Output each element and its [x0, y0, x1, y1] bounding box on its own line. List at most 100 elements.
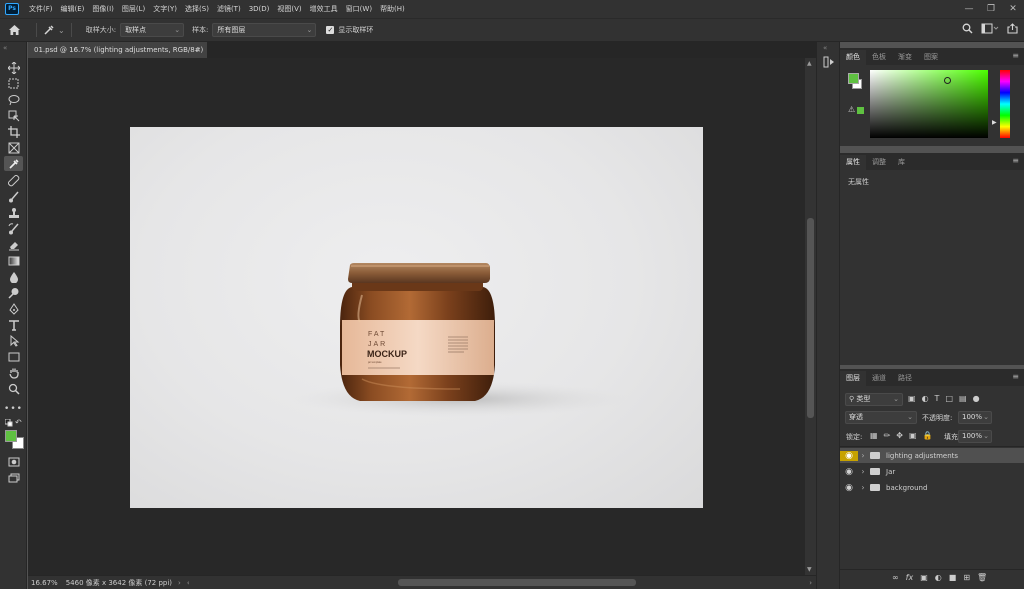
menu-type[interactable]: 文字(Y) — [149, 0, 181, 18]
zoom-level[interactable]: 16.67% — [31, 579, 58, 587]
chevron-left-icon[interactable]: ‹ — [187, 579, 190, 587]
zoom-tool-icon[interactable] — [4, 381, 23, 396]
document-canvas[interactable]: FAT JAR MOCKUP jar template — [130, 127, 703, 508]
clone-stamp-tool-icon[interactable] — [4, 205, 23, 220]
chevron-right-icon[interactable]: › — [858, 483, 868, 492]
healing-brush-tool-icon[interactable] — [4, 173, 23, 188]
close-tab-icon[interactable]: × — [195, 42, 201, 58]
move-tool-icon[interactable] — [4, 60, 23, 75]
hue-slider-handle[interactable]: ▶ — [992, 119, 997, 126]
filter-pixel-icon[interactable]: ▣ — [908, 394, 916, 403]
blur-tool-icon[interactable] — [4, 269, 23, 284]
tab-swatches[interactable]: 色板 — [866, 50, 892, 65]
share-icon[interactable] — [1007, 23, 1018, 34]
tab-adjustments[interactable]: 调整 — [866, 155, 892, 170]
adjustment-layer-icon[interactable]: ◐ — [935, 573, 942, 582]
filter-type-icon[interactable]: T — [935, 394, 940, 403]
tab-patterns[interactable]: 图案 — [918, 50, 944, 65]
lock-transparent-icon[interactable]: ▦ — [870, 431, 878, 440]
delete-layer-icon[interactable]: 🗑 — [977, 573, 987, 582]
hue-slider[interactable] — [1000, 70, 1010, 138]
horizontal-scroll-thumb[interactable] — [398, 579, 636, 586]
tab-paths[interactable]: 路径 — [892, 371, 918, 386]
dodge-tool-icon[interactable] — [4, 285, 23, 300]
tab-libraries[interactable]: 库 — [892, 155, 911, 170]
visibility-eye-icon[interactable]: ◉ — [840, 483, 858, 493]
path-select-tool-icon[interactable] — [4, 333, 23, 348]
color-field[interactable] — [870, 70, 988, 138]
menu-3d[interactable]: 3D(D) — [245, 0, 274, 18]
filter-toggle-icon[interactable]: ● — [973, 394, 980, 403]
swap-colors-icon[interactable]: ↶ — [15, 418, 22, 427]
color-picker-cursor[interactable] — [944, 77, 951, 84]
chevron-right-icon[interactable]: › — [858, 467, 868, 476]
panel-menu-icon[interactable]: ≡ — [1012, 373, 1019, 381]
lock-all-icon[interactable]: 🔒 — [923, 431, 933, 440]
collapse-icon[interactable]: « — [3, 44, 7, 52]
sample-select[interactable]: 所有图层 ⌄ — [212, 23, 317, 37]
chevron-right-icon[interactable]: › — [809, 579, 812, 587]
link-layers-icon[interactable]: ∞ — [892, 573, 899, 582]
pen-tool-icon[interactable] — [4, 301, 23, 316]
tool-preset-picker[interactable]: ⌄ — [43, 24, 65, 36]
object-select-tool-icon[interactable] — [4, 108, 23, 123]
rectangle-tool-icon[interactable] — [4, 349, 23, 364]
scroll-down-icon[interactable]: ▼ — [807, 566, 812, 573]
layer-row-lighting-adjustments[interactable]: ◉ › lighting adjustments — [840, 448, 1024, 463]
lock-artboard-icon[interactable]: ▣ — [909, 431, 917, 440]
tab-properties[interactable]: 属性 — [840, 155, 866, 170]
menu-layer[interactable]: 图层(L) — [118, 0, 149, 18]
restore-icon[interactable]: ❐ — [980, 0, 1002, 18]
filter-smart-object-icon[interactable]: ▤ — [959, 394, 967, 403]
vertical-scroll-thumb[interactable] — [807, 218, 814, 418]
menu-file[interactable]: 文件(F) — [25, 0, 57, 18]
blend-mode-select[interactable]: 穿透 ⌄ — [845, 411, 917, 424]
chevron-right-icon[interactable]: › — [178, 579, 181, 587]
filter-shape-icon[interactable]: □ — [945, 394, 953, 403]
tab-channels[interactable]: 通道 — [866, 371, 892, 386]
new-group-icon[interactable]: ■ — [949, 573, 957, 582]
history-panel-icon[interactable] — [823, 56, 835, 68]
menu-edit[interactable]: 编辑(E) — [57, 0, 89, 18]
layer-filter-select[interactable]: ⚲ 类型 ⌄ — [845, 393, 903, 406]
foreground-color-swatch[interactable] — [5, 430, 17, 442]
minimize-icon[interactable]: — — [958, 0, 980, 18]
menu-window[interactable]: 窗口(W) — [342, 0, 376, 18]
menu-filter[interactable]: 滤镜(T) — [213, 0, 245, 18]
eyedropper-tool-icon[interactable] — [4, 156, 23, 171]
hand-tool-icon[interactable] — [4, 365, 23, 380]
panel-menu-icon[interactable]: ≡ — [1012, 52, 1019, 60]
tab-gradients[interactable]: 渐变 — [892, 50, 918, 65]
warning-icon[interactable]: ⚠ — [848, 105, 855, 114]
new-layer-icon[interactable]: ⊞ — [963, 573, 970, 582]
tab-layers[interactable]: 图层 — [840, 371, 866, 386]
panel-menu-icon[interactable]: ≡ — [1012, 157, 1019, 165]
type-tool-icon[interactable] — [4, 317, 23, 332]
gamut-swatch[interactable] — [857, 107, 864, 114]
workspace-icon[interactable] — [981, 23, 999, 34]
history-brush-tool-icon[interactable] — [4, 221, 23, 236]
tab-color[interactable]: 颜色 — [840, 50, 866, 65]
quick-mask-icon[interactable] — [4, 454, 23, 469]
fill-input[interactable]: 100% ⌄ — [958, 430, 992, 443]
crop-tool-icon[interactable] — [4, 124, 23, 139]
layer-row-jar[interactable]: ◉ › Jar — [840, 464, 1024, 479]
color-fg-chip[interactable] — [848, 73, 859, 84]
default-colors-icon[interactable] — [5, 419, 13, 427]
document-tab[interactable]: 01.psd @ 16.7% (lighting adjustments, RG… — [28, 42, 208, 58]
menu-select[interactable]: 选择(S) — [181, 0, 213, 18]
close-icon[interactable]: ✕ — [1002, 0, 1024, 18]
lock-position-icon[interactable]: ✥ — [896, 431, 903, 440]
lasso-tool-icon[interactable] — [4, 92, 23, 107]
menu-help[interactable]: 帮助(H) — [376, 0, 409, 18]
menu-image[interactable]: 图像(I) — [88, 0, 118, 18]
chevron-right-icon[interactable]: › — [858, 451, 868, 460]
home-icon[interactable] — [8, 24, 30, 36]
eraser-tool-icon[interactable] — [4, 237, 23, 252]
layer-style-icon[interactable]: fx — [906, 573, 914, 582]
more-tools-icon[interactable]: ••• — [4, 401, 23, 416]
collapse-icon[interactable]: « — [823, 44, 827, 52]
menu-plugins[interactable]: 增效工具 — [306, 0, 342, 18]
frame-tool-icon[interactable] — [4, 140, 23, 155]
show-ring-checkbox[interactable]: ✓ 显示取样环 — [326, 25, 373, 35]
